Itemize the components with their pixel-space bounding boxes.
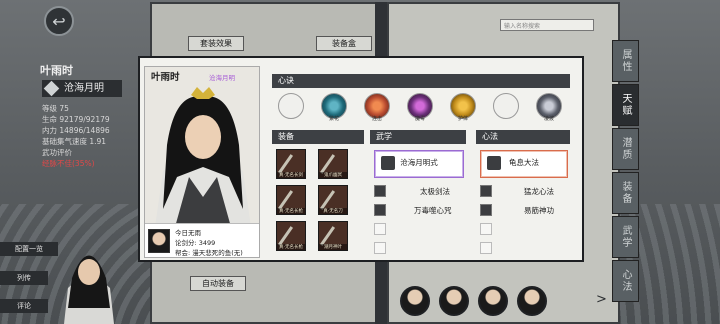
tab-equipment[interactable]: 装备 [612,172,639,214]
sword-icon [277,154,294,174]
xinjue-label: 连击 [371,116,382,122]
martial-skill-icon[interactable] [374,185,386,197]
party-avatar[interactable] [400,286,430,316]
xinfa-empty-slot[interactable] [480,242,492,254]
biography-button[interactable]: 列传 [0,271,48,285]
equip-label: 鬼爪幽冥 [319,172,347,178]
character-portrait-small [64,255,114,324]
info-guild: 帮会: 漫天悲死的鱼(无) [175,249,243,257]
character-stats: 等级 75 生命 92179/92179 内力 14896/14896 基础集气… [42,103,110,169]
xinjue-header: 心诀 [272,74,570,88]
mind-skill-icon[interactable] [480,185,492,197]
wuxue-item: 万毒噬心咒 [414,206,452,215]
tab-attributes[interactable]: 属性 [612,40,639,82]
character-title: 沧海月明 [64,83,104,94]
xinfa-header: 心法 [476,130,570,144]
martial-skill-icon [381,156,395,170]
stat-hp: 生命 92179/92179 [42,115,110,124]
wuxue-main-label: 沧海月明式 [400,158,438,167]
info-mood: 今日无雨 [175,229,201,237]
info-power: 论剑分: 3499 [175,239,216,247]
xinfa-empty-slot[interactable] [480,223,492,235]
martial-skill-icon[interactable] [374,204,386,216]
spear-icon [277,226,294,246]
stat-mp: 内力 14896/14896 [42,126,110,135]
wuxue-main-skill[interactable]: 沧海月明式 [374,150,464,178]
character-portrait [155,87,251,227]
character-title-badge: 沧海月明 [42,80,122,97]
party-avatars [400,286,547,316]
xinjue-label: 繁花 [328,116,339,122]
xinfa-main-label: 龟息大法 [509,158,539,167]
equipment-box-button[interactable]: 装备盒 [316,36,372,51]
character-name: 叶雨时 [40,64,73,77]
xinjue-label: 魔毒 [414,116,425,122]
equip-slot[interactable]: 鬼爪幽冥 [318,149,348,179]
equip-slot[interactable]: 真·无名长枪 [276,185,306,215]
comment-button[interactable]: 评论 [0,299,48,313]
equip-slot[interactable]: 潮月神叶 [318,221,348,251]
leaf-icon [319,226,336,246]
equip-slot[interactable]: 真·无名刀 [318,185,348,215]
stat-warning: 经脉不佳(35%) [42,159,95,168]
auto-equip-button[interactable]: 自动装备 [190,276,246,291]
xinjue-slot-empty[interactable] [493,93,519,119]
xinjue-label: 凌波 [543,116,554,122]
side-tabs: 属性 天赋 潜质 装备 武学 心法 [612,40,642,304]
stat-rating: 武功评价 [42,148,72,157]
tab-martial[interactable]: 武学 [612,216,639,258]
xinfa-item: 猛龙心法 [524,187,554,196]
xinjue-slot-empty[interactable] [278,93,304,119]
blade-icon [319,190,336,210]
claw-icon [319,154,336,174]
equip-slot[interactable]: 真·无名长枪 [276,221,306,251]
xinjue-label: 护体 [457,116,468,122]
character-info-card: 今日无雨 论剑分: 3499 帮会: 漫天悲死的鱼(无) [145,223,259,257]
character-thumbnail [148,229,170,253]
mind-skill-icon[interactable] [480,204,492,216]
equip-label: 真·无名长剑 [277,172,305,178]
wuxue-header: 武学 [370,130,466,144]
equip-label: 真·无名刀 [319,208,347,214]
popup-character-title: 沧海月明 [209,74,235,82]
spear-icon [277,190,294,210]
tab-talent[interactable]: 天赋 [612,84,639,126]
stat-level: 等级 75 [42,104,69,113]
equip-header: 装备 [272,130,364,144]
party-avatar[interactable] [517,286,547,316]
equip-slot[interactable]: 真·无名长剑 [276,149,306,179]
character-overview-popup: 叶雨时 沧海月明 今日无雨 论剑分: 3499 帮会: 漫天悲死的鱼(无) 心诀… [138,56,584,262]
wuxue-empty-slot[interactable] [374,242,386,254]
set-effect-button[interactable]: 套装效果 [188,36,244,51]
xinfa-item: 易筋神功 [524,206,554,215]
portrait-panel: 叶雨时 沧海月明 今日无雨 论剑分: 3499 帮会: 漫天悲死的鱼(无) [144,66,260,258]
popup-character-name: 叶雨时 [151,72,180,83]
tab-mind[interactable]: 心法 [612,260,639,302]
back-button[interactable]: ↩ [44,6,74,36]
diamond-icon [43,80,60,97]
tab-potential[interactable]: 潜质 [612,128,639,170]
stat-speed: 基础集气速度 1.91 [42,137,107,146]
config-overview-button[interactable]: 配置一览 [0,242,58,256]
search-input[interactable]: 输入名称搜索 [500,19,594,31]
equip-label: 真·无名长枪 [277,244,305,250]
party-avatar[interactable] [478,286,508,316]
equip-label: 潮月神叶 [319,244,347,250]
back-arrow-icon: ↩ [52,11,66,31]
wuxue-empty-slot[interactable] [374,223,386,235]
mind-skill-icon [487,156,501,170]
xinfa-main-skill[interactable]: 龟息大法 [480,150,568,178]
party-avatar[interactable] [439,286,469,316]
wuxue-item: 太极剑法 [420,187,450,196]
equip-label: 真·无名长枪 [277,208,305,214]
next-arrow-icon[interactable]: > [596,292,607,307]
